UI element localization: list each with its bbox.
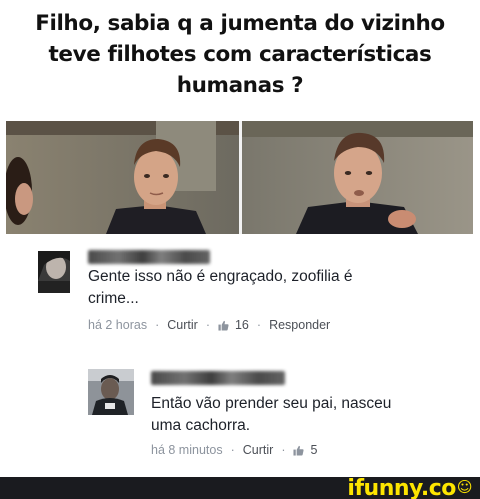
like-count: 5: [310, 443, 318, 457]
comment-text-line-2: uma cachorra.: [151, 417, 251, 434]
thumbs-up-icon: [218, 320, 229, 331]
reply-link[interactable]: Responder: [269, 318, 330, 332]
separator-dot: ·: [281, 443, 286, 457]
like-count: 16: [234, 318, 249, 332]
ifunny-smile-icon: ☺: [456, 478, 473, 496]
avatar-photo-icon: [38, 251, 70, 293]
meme-photo: [6, 121, 473, 234]
reaction-frames-image: [6, 121, 473, 234]
author-name-redacted[interactable]: [88, 250, 210, 264]
separator-dot: ·: [155, 318, 160, 332]
comment-meta: há 2 horas · Curtir · 16 · Responder: [88, 318, 330, 332]
separator-dot: ·: [256, 318, 262, 332]
comment-text-line-1: Gente isso não é engraçado, zoofilia é: [88, 268, 353, 285]
author-name-redacted[interactable]: [151, 371, 285, 385]
caption-line-1: Filho, sabia q a jumenta do vizinho: [35, 11, 445, 36]
ifunny-watermark: ifunny.co☺: [347, 475, 472, 499]
meme-caption: Filho, sabia q a jumenta do vizinho teve…: [0, 8, 480, 101]
timestamp: há 8 minutos: [151, 443, 223, 457]
comment-meta: há 8 minutos · Curtir · 5: [151, 443, 317, 457]
comment-text: Gente isso não é engraçado, zoofilia é c…: [88, 266, 428, 310]
like-link[interactable]: Curtir: [243, 443, 274, 457]
watermark-text: ifunny.co: [347, 476, 456, 499]
thumbs-up-icon: [293, 445, 305, 456]
timestamp: há 2 horas: [88, 318, 148, 332]
avatar[interactable]: [38, 251, 70, 293]
comment-text: Então vão prender seu pai, nasceu uma ca…: [151, 393, 451, 437]
comment-text-line-2: crime...: [88, 290, 139, 307]
watermark-bar: ifunny.co☺: [0, 477, 480, 499]
caption-line-3: humanas ?: [176, 73, 304, 98]
caption-line-2: teve filhotes com características: [48, 42, 432, 67]
comment-text-line-1: Então vão prender seu pai, nasceu: [151, 395, 392, 412]
avatar[interactable]: [88, 369, 134, 415]
separator-dot: ·: [230, 443, 235, 457]
like-link[interactable]: Curtir: [167, 318, 198, 332]
avatar-photo-icon: [88, 369, 134, 415]
separator-dot: ·: [205, 318, 210, 332]
